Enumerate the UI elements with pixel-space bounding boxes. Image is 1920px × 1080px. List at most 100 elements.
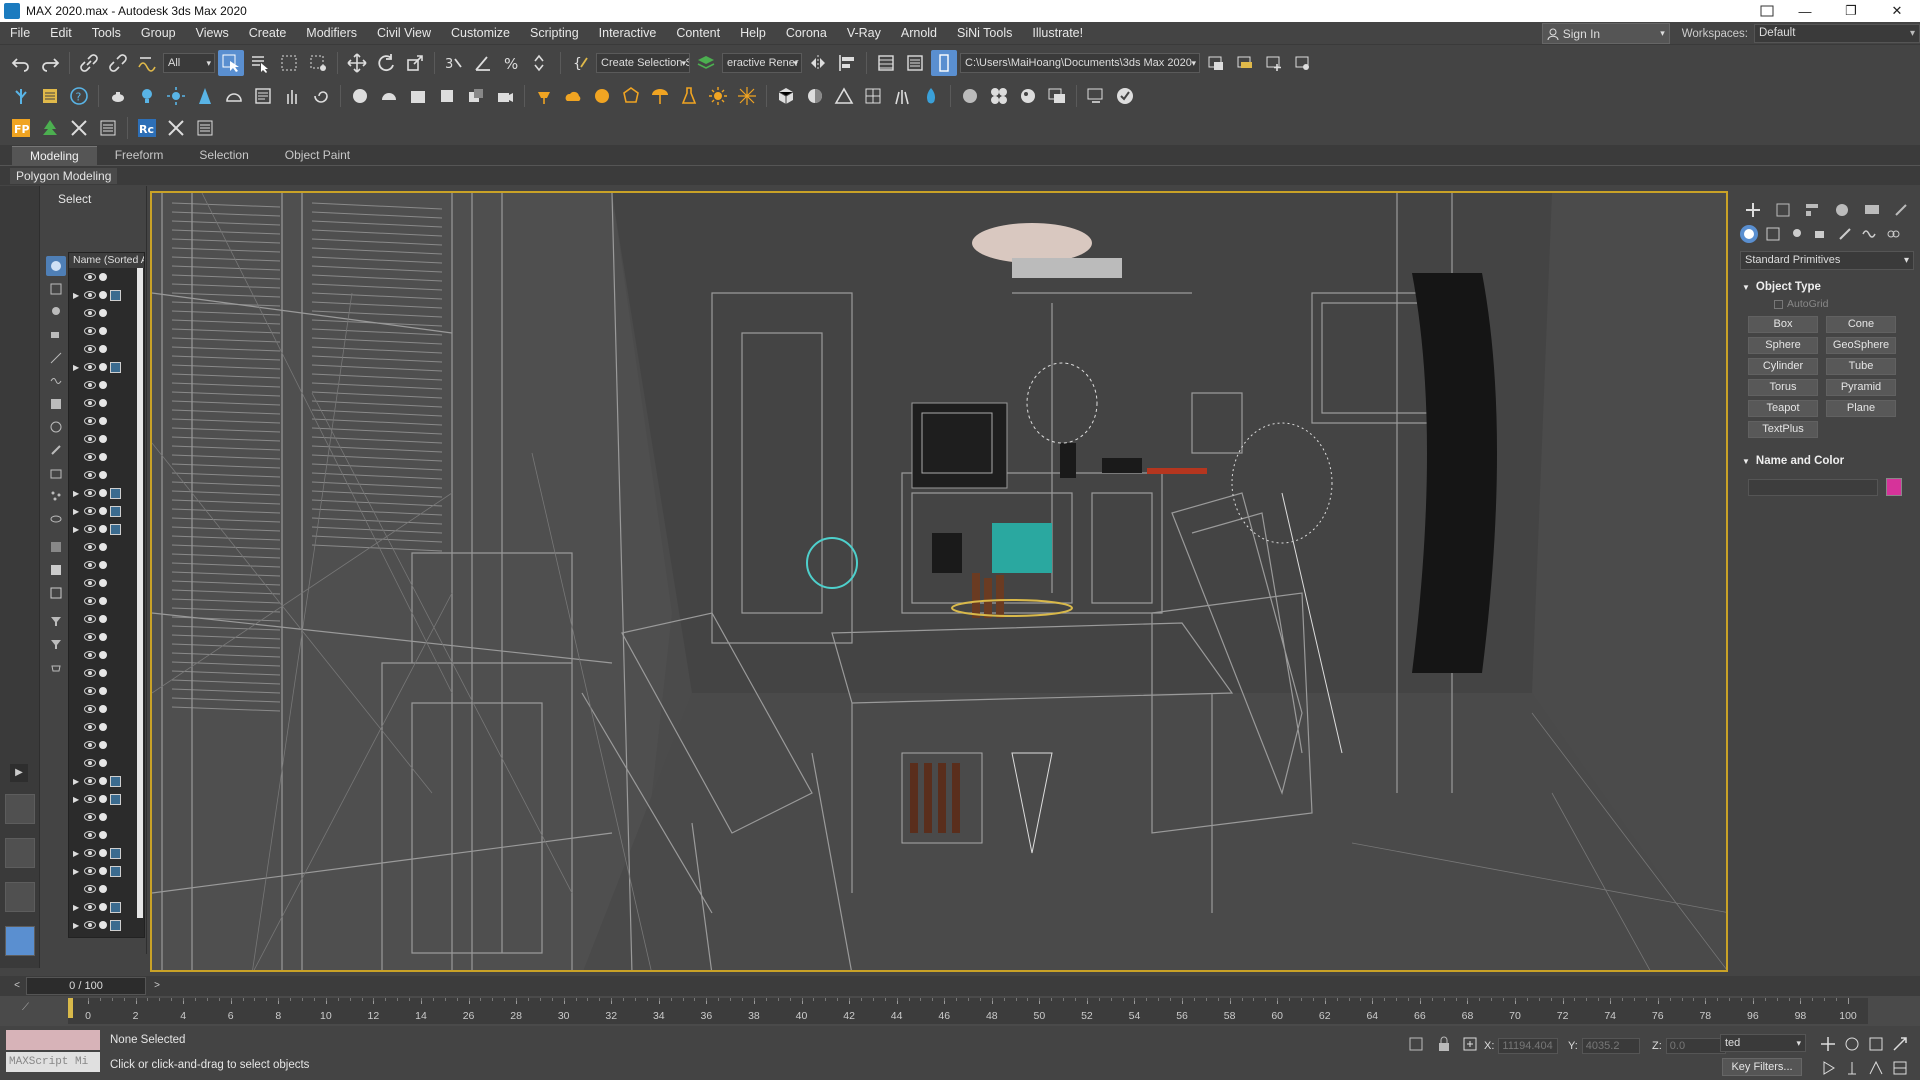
minimize-button[interactable]: — bbox=[1782, 0, 1828, 22]
list-item[interactable]: ▶ bbox=[69, 916, 144, 934]
freeze-dot-icon[interactable] bbox=[99, 453, 107, 461]
freeze-dot-icon[interactable] bbox=[99, 633, 107, 641]
hierarchy-tab-icon[interactable] bbox=[1801, 199, 1823, 221]
visibility-eye-icon[interactable] bbox=[84, 867, 96, 875]
select-object-button[interactable] bbox=[218, 49, 244, 76]
plane-button[interactable]: Plane bbox=[1826, 400, 1896, 417]
visibility-eye-icon[interactable] bbox=[84, 345, 96, 353]
visibility-eye-icon[interactable] bbox=[84, 525, 96, 533]
snaps-toggle-button[interactable]: 3 bbox=[441, 50, 467, 76]
visibility-eye-icon[interactable] bbox=[84, 273, 96, 281]
corona-decal-button[interactable] bbox=[676, 83, 702, 109]
play-icon[interactable]: ▶ bbox=[10, 764, 28, 782]
expand-arrow-icon[interactable]: ▶ bbox=[73, 849, 81, 858]
redo-button[interactable] bbox=[37, 50, 63, 76]
corona-sun-button[interactable] bbox=[560, 83, 586, 109]
object-color-swatch[interactable] bbox=[1886, 478, 1902, 496]
autogrid-checkbox[interactable]: AutoGrid bbox=[1774, 296, 1920, 312]
object-type-rollout[interactable]: ▼ Object Type bbox=[1740, 278, 1916, 296]
layer-explorer-button[interactable] bbox=[873, 50, 899, 76]
visibility-eye-icon[interactable] bbox=[84, 705, 96, 713]
filter-bones-icon[interactable] bbox=[46, 440, 66, 460]
freeze-dot-icon[interactable] bbox=[99, 507, 107, 515]
freeze-dot-icon[interactable] bbox=[99, 417, 107, 425]
time-slider[interactable]: 0 / 100 bbox=[26, 977, 146, 995]
create-tab-icon[interactable] bbox=[1742, 199, 1764, 221]
expand-arrow-icon[interactable]: ▶ bbox=[73, 921, 81, 930]
arnold-flame-button[interactable] bbox=[918, 83, 944, 109]
display-tab-icon[interactable] bbox=[1861, 199, 1883, 221]
arnold-plant-button[interactable] bbox=[889, 83, 915, 109]
forest-pack-button[interactable]: FP bbox=[8, 115, 34, 141]
selection-filter-dropdown[interactable]: All bbox=[163, 52, 215, 73]
freeze-dot-icon[interactable] bbox=[99, 885, 107, 893]
menu-civil-view[interactable]: Civil View bbox=[367, 22, 441, 45]
hierarchy-icon[interactable] bbox=[46, 657, 66, 677]
filter-cameras-icon[interactable] bbox=[46, 325, 66, 345]
command-panel-toggle-button[interactable] bbox=[931, 49, 957, 76]
expand-arrow-icon[interactable]: ▶ bbox=[73, 525, 81, 534]
new-project-button[interactable] bbox=[1261, 50, 1287, 76]
visibility-eye-icon[interactable] bbox=[84, 723, 96, 731]
visibility-eye-icon[interactable] bbox=[84, 885, 96, 893]
key-filters-button[interactable]: Key Filters... bbox=[1722, 1058, 1802, 1076]
display-options-icon[interactable] bbox=[46, 611, 66, 631]
menu-help[interactable]: Help bbox=[730, 22, 776, 45]
menu-content[interactable]: Content bbox=[666, 22, 730, 45]
menu-views[interactable]: Views bbox=[186, 22, 239, 45]
list-item[interactable] bbox=[69, 412, 144, 430]
filter-groups-icon[interactable] bbox=[46, 394, 66, 414]
cylinder-button[interactable]: Cylinder bbox=[1748, 358, 1818, 375]
freeze-dot-icon[interactable] bbox=[99, 741, 107, 749]
menu-illustrate[interactable]: Illustrate! bbox=[1022, 22, 1093, 45]
z-coordinate-field[interactable]: 0.0 bbox=[1665, 1038, 1726, 1054]
corona-proxy-button[interactable] bbox=[618, 83, 644, 109]
curve-editor-icon[interactable]: ⟋ bbox=[22, 1002, 29, 1013]
geometry-category-icon[interactable] bbox=[1740, 225, 1758, 243]
field-of-view-icon[interactable] bbox=[1868, 1060, 1884, 1076]
visibility-eye-icon[interactable] bbox=[84, 597, 96, 605]
filter-xrefs-icon[interactable] bbox=[46, 417, 66, 437]
visibility-eye-icon[interactable] bbox=[84, 687, 96, 695]
freeze-dot-icon[interactable] bbox=[99, 651, 107, 659]
previous-frame-button[interactable]: < bbox=[10, 978, 24, 994]
visibility-eye-icon[interactable] bbox=[84, 471, 96, 479]
list-item[interactable]: ▶ bbox=[69, 520, 144, 538]
freeze-dot-icon[interactable] bbox=[99, 471, 107, 479]
render-setup-button[interactable] bbox=[37, 83, 63, 109]
visibility-eye-icon[interactable] bbox=[84, 291, 96, 299]
filter-spacewarps-icon[interactable] bbox=[46, 371, 66, 391]
bind-space-warp-button[interactable] bbox=[134, 50, 160, 76]
visibility-eye-icon[interactable] bbox=[84, 903, 96, 911]
sign-in-dropdown[interactable]: Sign In ▾ bbox=[1541, 23, 1670, 44]
maxscript-mini-listener[interactable]: MAXScript Mi bbox=[6, 1052, 100, 1072]
list-item[interactable]: ▶ bbox=[69, 844, 144, 862]
filter-none-icon[interactable] bbox=[46, 560, 66, 580]
freeze-dot-icon[interactable] bbox=[99, 435, 107, 443]
move-button[interactable] bbox=[344, 50, 370, 76]
visibility-eye-icon[interactable] bbox=[84, 381, 96, 389]
list-item[interactable]: ▶ bbox=[69, 898, 144, 916]
current-frame-marker[interactable] bbox=[68, 998, 73, 1018]
render-active-button[interactable] bbox=[1112, 83, 1138, 109]
layout-tab-2[interactable] bbox=[5, 838, 35, 868]
expand-arrow-icon[interactable]: ▶ bbox=[73, 507, 81, 516]
maximize-viewport-icon[interactable] bbox=[1892, 1036, 1908, 1052]
list-item[interactable] bbox=[69, 646, 144, 664]
vray-volume-button[interactable] bbox=[463, 83, 489, 109]
visibility-eye-icon[interactable] bbox=[84, 561, 96, 569]
torus-button[interactable]: Torus bbox=[1748, 379, 1818, 396]
teapot-button[interactable]: Teapot bbox=[1748, 400, 1818, 417]
walk-through-icon[interactable] bbox=[1844, 1060, 1860, 1076]
visibility-eye-icon[interactable] bbox=[84, 399, 96, 407]
filter-lights-icon[interactable] bbox=[46, 302, 66, 322]
freeze-dot-icon[interactable] bbox=[99, 903, 107, 911]
name-column-header[interactable]: Name (Sorted A bbox=[69, 253, 144, 268]
list-item[interactable] bbox=[69, 538, 144, 556]
list-item[interactable] bbox=[69, 826, 144, 844]
geosphere-button[interactable]: GeoSphere bbox=[1826, 337, 1896, 354]
project-settings-button[interactable] bbox=[1290, 50, 1316, 76]
toggle-scene-explorer-button[interactable] bbox=[693, 50, 719, 76]
freeze-dot-icon[interactable] bbox=[99, 309, 107, 317]
menu-sini-tools[interactable]: SiNi Tools bbox=[947, 22, 1022, 45]
